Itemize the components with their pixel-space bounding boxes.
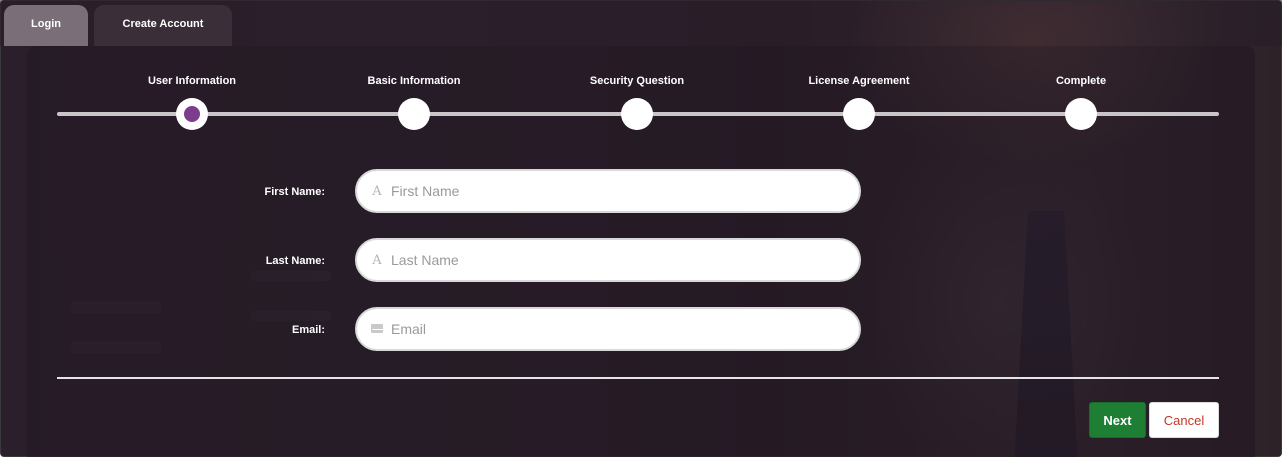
- step-dot-license-agreement: [843, 98, 875, 130]
- step-dot-basic-information: [398, 98, 430, 130]
- last-name-field[interactable]: A: [355, 238, 861, 282]
- step-dot-complete: [1065, 98, 1097, 130]
- email-field[interactable]: [355, 307, 861, 351]
- email-input[interactable]: [391, 321, 831, 337]
- tab-login[interactable]: Login: [4, 5, 88, 46]
- last-name-input[interactable]: [391, 252, 831, 268]
- step-label-complete: Complete: [1055, 75, 1107, 87]
- tab-create-account[interactable]: Create Account: [94, 5, 232, 46]
- envelope-icon: [367, 322, 387, 337]
- step-label-security-question: Security Question: [589, 75, 685, 87]
- first-name-input[interactable]: [391, 183, 831, 199]
- last-name-label: Last Name:: [265, 255, 325, 267]
- step-dot-user-information: [176, 98, 208, 130]
- step-label-basic-information: Basic Information: [367, 75, 461, 87]
- font-icon: A: [372, 183, 382, 199]
- first-name-field[interactable]: A: [355, 169, 861, 213]
- font-icon: A: [372, 252, 382, 268]
- step-label-license-agreement: License Agreement: [808, 75, 910, 87]
- next-button[interactable]: Next: [1089, 402, 1146, 438]
- cancel-button[interactable]: Cancel: [1149, 402, 1219, 438]
- form-divider: [57, 377, 1219, 379]
- first-name-label: First Name:: [264, 186, 325, 198]
- step-label-user-information: User Information: [147, 75, 237, 87]
- email-label: Email:: [291, 324, 325, 336]
- step-dot-security-question: [621, 98, 653, 130]
